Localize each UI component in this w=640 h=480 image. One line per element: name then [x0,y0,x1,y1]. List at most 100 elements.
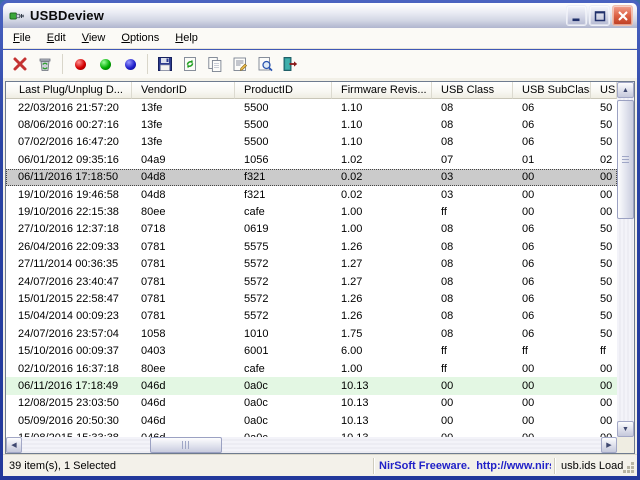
table-cell: 15/01/2015 22:58:47 [6,293,132,305]
column-header-last-plug-unplug-d[interactable]: Last Plug/Unplug D... [6,82,132,99]
refresh-icon[interactable] [178,52,202,76]
table-cell: 06 [513,258,591,270]
usb-app-icon [9,8,25,24]
table-row[interactable]: 06/01/2012 09:35:1604a910561.02070102 [6,151,617,168]
column-header-usb[interactable]: USB [591,82,617,99]
table-cell: 0781 [132,241,235,253]
copy-icon[interactable] [203,52,227,76]
table-row[interactable]: 05/09/2016 20:50:30046d0a0c10.13000000 [6,412,617,429]
scroll-down-icon[interactable]: ▼ [617,421,634,437]
table-cell: 08/06/2016 00:27:16 [6,119,132,131]
table-cell: 05/09/2016 20:50:30 [6,415,132,427]
properties-icon[interactable] [228,52,252,76]
table-cell: 08 [432,258,513,270]
table-cell: 00 [432,397,513,409]
table-row[interactable]: 06/11/2016 17:18:49046d0a0c10.13000000 [6,377,617,394]
table-cell: 10.13 [332,380,432,392]
status-nirsoft-link[interactable]: NirSoft Freeware. http://www.nirsoft.net [379,455,551,477]
table-cell: 5500 [235,119,332,131]
column-header-firmware-revis[interactable]: Firmware Revis... [332,82,432,99]
close-button[interactable] [612,5,633,26]
table-row[interactable]: 24/07/2016 23:40:47078155721.27080650 [6,273,617,290]
column-header-productid[interactable]: ProductID [235,82,332,99]
table-cell: 0.02 [332,189,432,201]
table-row[interactable]: 27/10/2016 12:37:18071806191.00080650 [6,221,617,238]
horizontal-scrollbar[interactable]: ◀ ▶ [6,437,617,453]
table-cell: 50 [591,276,617,288]
table-row[interactable]: 06/11/2016 17:18:5004d8f3210.02030000 [6,169,617,186]
maximize-button[interactable] [589,5,610,26]
save-icon[interactable] [153,52,177,76]
table-cell: ff [591,345,617,357]
table-row[interactable]: 19/10/2016 22:15:3880eecafe1.00ff0000 [6,203,617,220]
table-cell: 08 [432,293,513,305]
delete-icon[interactable] [8,52,32,76]
exit-icon[interactable] [278,52,302,76]
column-header-usb-subclass[interactable]: USB SubClass [513,82,591,99]
table-cell: 1.27 [332,258,432,270]
table-cell: 07/02/2016 16:47:20 [6,136,132,148]
table-row[interactable]: 22/03/2016 21:57:2013fe55001.10080650 [6,99,617,116]
menu-view[interactable]: View [74,29,114,47]
table-cell: 0718 [132,223,235,235]
table-cell: 00 [513,206,591,218]
title-bar[interactable]: USBDeview [3,3,637,28]
table-cell: 0a0c [235,415,332,427]
table-cell: 08 [432,223,513,235]
table-cell: 6.00 [332,345,432,357]
green-ball-icon[interactable] [93,52,117,76]
table-cell: 06 [513,293,591,305]
table-row[interactable]: 02/10/2016 16:37:1880eecafe1.00ff0000 [6,360,617,377]
table-row[interactable]: 27/11/2014 00:36:35078155721.27080650 [6,256,617,273]
table-cell: 22/03/2016 21:57:20 [6,102,132,114]
table-cell: 04d8 [132,189,235,201]
table-cell: 15/04/2014 00:09:23 [6,310,132,322]
table-cell: 00 [591,189,617,201]
menu-file[interactable]: File [5,29,39,47]
menu-edit[interactable]: Edit [39,29,74,47]
table-cell: 00 [591,415,617,427]
scroll-left-icon[interactable]: ◀ [6,437,22,453]
menu-help[interactable]: Help [167,29,206,47]
scroll-up-icon[interactable]: ▲ [617,82,634,98]
vertical-scrollbar[interactable]: ▲ ▼ [617,82,634,437]
red-ball-icon[interactable] [68,52,92,76]
minimize-button[interactable] [566,5,587,26]
table-row[interactable]: 26/04/2016 22:09:33078155751.26080650 [6,238,617,255]
column-header-usb-class[interactable]: USB Class [432,82,513,99]
table-cell: 08 [432,102,513,114]
table-cell: 02/10/2016 16:37:18 [6,363,132,375]
vertical-scroll-thumb[interactable] [617,100,634,219]
menu-options[interactable]: Options [113,29,167,47]
table-row[interactable]: 07/02/2016 16:47:2013fe55001.10080650 [6,134,617,151]
table-row[interactable]: 08/06/2016 00:27:1613fe55001.10080650 [6,116,617,133]
table-cell: 046d [132,380,235,392]
table-row[interactable]: 15/01/2015 22:58:47078155721.26080650 [6,290,617,307]
table-cell: ff [432,363,513,375]
table-cell: 1058 [132,328,235,340]
uninstall-icon[interactable] [33,52,57,76]
table-cell: 01 [513,154,591,166]
table-cell: 19/10/2016 19:46:58 [6,189,132,201]
table-row[interactable]: 12/08/2015 23:03:50046d0a0c10.13000000 [6,395,617,412]
table-cell: 046d [132,415,235,427]
table-cell: 00 [432,380,513,392]
table-cell: cafe [235,363,332,375]
table-cell: 03 [432,171,513,183]
table-cell: 5500 [235,102,332,114]
table-cell: 04d8 [132,171,235,183]
resize-grip[interactable] [631,470,634,473]
table-row[interactable]: 19/10/2016 19:46:5804d8f3210.02030000 [6,186,617,203]
table-cell: 50 [591,293,617,305]
blue-ball-icon[interactable] [118,52,142,76]
table-cell: 00 [591,171,617,183]
find-icon[interactable] [253,52,277,76]
column-header-vendorid[interactable]: VendorID [132,82,235,99]
scroll-right-icon[interactable]: ▶ [601,437,617,453]
table-row[interactable]: 24/07/2016 23:57:04105810101.75080650 [6,325,617,342]
table-cell: 06 [513,328,591,340]
table-row[interactable]: 15/04/2014 00:09:23078155721.26080650 [6,308,617,325]
table-row[interactable]: 15/08/2015 15:33:38046d0a0c10.13000000 [6,429,617,437]
table-row[interactable]: 15/10/2016 00:09:37040360016.00ffffff [6,342,617,359]
horizontal-scroll-thumb[interactable] [150,437,222,453]
